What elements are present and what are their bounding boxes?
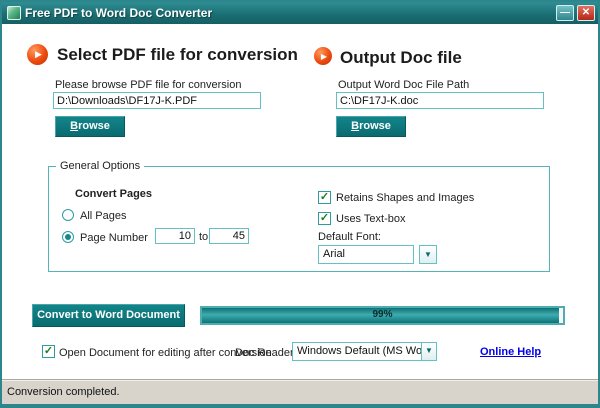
- all-pages-radio[interactable]: [62, 209, 74, 221]
- general-options-legend: General Options: [56, 160, 144, 172]
- browse-doc-button[interactable]: Browse: [336, 116, 406, 137]
- page-number-label: Page Number: [80, 232, 148, 244]
- progress-label: 99%: [202, 309, 563, 320]
- convert-button[interactable]: Convert to Word Document: [32, 304, 185, 327]
- pdf-path-label: Please browse PDF file for conversion: [55, 79, 241, 91]
- close-icon: ✕: [582, 7, 590, 18]
- check-icon: ✓: [320, 191, 329, 203]
- retains-shapes-checkbox[interactable]: ✓: [318, 191, 331, 204]
- window-controls: — ✕: [556, 5, 595, 21]
- window-title: Free PDF to Word Doc Converter: [25, 6, 212, 20]
- open-after-checkbox[interactable]: ✓: [42, 345, 55, 358]
- select-pdf-heading: Select PDF file for conversion: [57, 45, 298, 65]
- play-icon: ▶: [35, 49, 42, 60]
- title-bar: Free PDF to Word Doc Converter — ✕: [2, 2, 598, 24]
- doc-path-label: Output Word Doc File Path: [338, 79, 469, 91]
- doc-reader-dropdown[interactable]: Windows Default (MS Word): [292, 342, 437, 361]
- default-font-dropdown-arrow[interactable]: ▼: [419, 245, 437, 264]
- play-icon: ▶: [321, 52, 327, 61]
- uses-textbox-checkbox[interactable]: ✓: [318, 212, 331, 225]
- progress-bar: 99%: [200, 306, 565, 325]
- default-font-label: Default Font:: [318, 231, 381, 243]
- app-icon: [7, 6, 21, 20]
- output-doc-heading: Output Doc file: [340, 48, 462, 68]
- app-window: Free PDF to Word Doc Converter — ✕ ▶ Sel…: [0, 0, 600, 408]
- bullet-icon: ▶: [314, 47, 332, 65]
- uses-textbox-label: Uses Text-box: [336, 213, 406, 225]
- online-help-link[interactable]: Online Help: [480, 346, 541, 358]
- status-bar: Conversion completed.: [2, 379, 598, 404]
- doc-path-input[interactable]: [336, 92, 544, 109]
- radio-dot: [65, 234, 71, 240]
- chevron-down-icon: ▼: [424, 250, 432, 259]
- close-button[interactable]: ✕: [577, 5, 595, 21]
- pdf-path-input[interactable]: [53, 92, 261, 109]
- check-icon: ✓: [320, 212, 329, 224]
- page-from-input[interactable]: [155, 228, 195, 244]
- minimize-icon: —: [560, 7, 570, 18]
- doc-reader-label: Doc Reader:: [235, 347, 297, 359]
- convert-pages-label: Convert Pages: [75, 188, 152, 200]
- default-font-dropdown[interactable]: Arial: [318, 245, 414, 264]
- retains-shapes-label: Retains Shapes and Images: [336, 192, 474, 204]
- doc-reader-dropdown-arrow[interactable]: ▼: [421, 343, 436, 360]
- chevron-down-icon: ▼: [425, 346, 433, 355]
- all-pages-label: All Pages: [80, 210, 126, 222]
- browse-pdf-button[interactable]: Browse: [55, 116, 125, 137]
- page-number-radio[interactable]: [62, 231, 74, 243]
- page-to-input[interactable]: [209, 228, 249, 244]
- to-label: to: [199, 231, 208, 243]
- status-text: Conversion completed.: [7, 386, 120, 398]
- check-icon: ✓: [44, 345, 53, 357]
- bullet-icon: ▶: [27, 44, 48, 65]
- minimize-button[interactable]: —: [556, 5, 574, 21]
